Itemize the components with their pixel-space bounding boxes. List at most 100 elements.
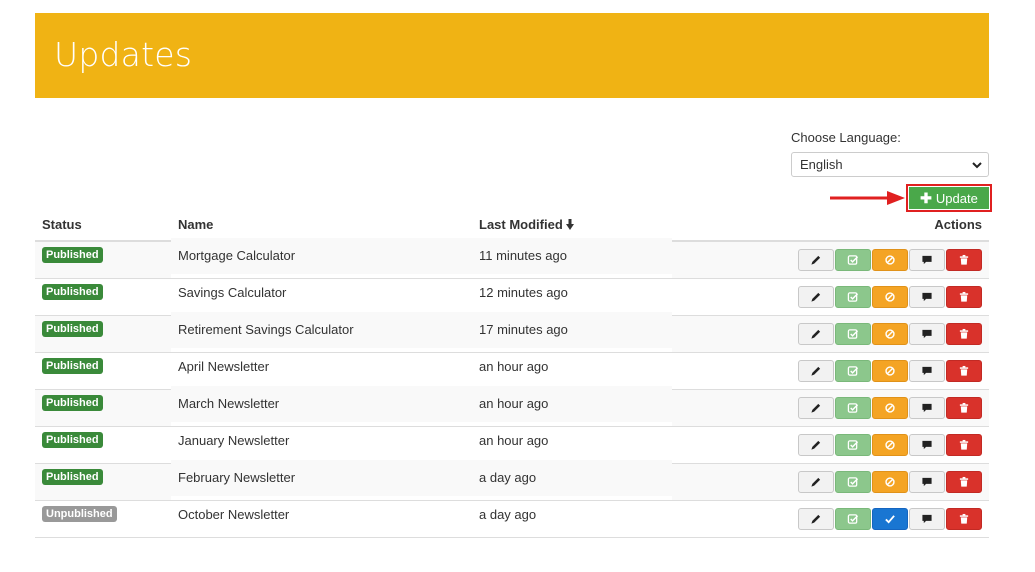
comment-button[interactable]	[909, 396, 945, 419]
delete-button[interactable]	[946, 396, 982, 419]
edit-button[interactable]	[798, 248, 834, 271]
unpublish-button[interactable]	[872, 248, 908, 271]
check-square-icon	[847, 476, 859, 487]
check-button[interactable]	[835, 396, 871, 419]
actions-cell	[672, 500, 989, 538]
check-square-icon	[847, 254, 859, 265]
plus-icon: ✚	[920, 190, 932, 206]
column-header-actions: Actions	[672, 209, 989, 242]
edit-button[interactable]	[798, 507, 834, 530]
comment-button[interactable]	[909, 359, 945, 382]
delete-button[interactable]	[946, 359, 982, 382]
comment-button[interactable]	[909, 285, 945, 308]
name-cell[interactable]: Retirement Savings Calculator	[171, 311, 472, 349]
comment-button[interactable]	[909, 507, 945, 530]
language-select[interactable]: English	[791, 152, 989, 177]
comment-button[interactable]	[909, 433, 945, 456]
publish-button[interactable]	[872, 507, 908, 530]
comment-icon	[922, 255, 932, 264]
check-square-icon	[847, 513, 859, 524]
check-button[interactable]	[835, 248, 871, 271]
delete-button[interactable]	[946, 285, 982, 308]
language-label: Choose Language:	[791, 130, 901, 145]
status-cell: Published	[35, 426, 171, 464]
table-row: Published January Newsletter an hour ago	[35, 422, 989, 464]
check-button[interactable]	[835, 359, 871, 382]
page-header-banner: Updates	[35, 13, 989, 98]
add-update-button[interactable]: ✚ Update	[909, 187, 989, 209]
ban-icon	[885, 291, 895, 302]
ban-icon	[885, 476, 895, 487]
annotation-arrow-icon	[830, 191, 905, 205]
unpublish-button[interactable]	[872, 396, 908, 419]
comment-button[interactable]	[909, 470, 945, 493]
trash-icon	[959, 328, 969, 339]
edit-button[interactable]	[798, 433, 834, 456]
delete-button[interactable]	[946, 433, 982, 456]
language-selected-value: English	[800, 157, 843, 172]
edit-button[interactable]	[798, 396, 834, 419]
name-cell[interactable]: Savings Calculator	[171, 274, 472, 312]
comment-icon	[922, 292, 932, 301]
page-title: Updates	[54, 35, 193, 74]
check-button[interactable]	[835, 322, 871, 345]
comment-icon	[922, 329, 932, 338]
unpublish-button[interactable]	[872, 359, 908, 382]
edit-button[interactable]	[798, 359, 834, 382]
pencil-icon	[811, 514, 821, 524]
comment-button[interactable]	[909, 322, 945, 345]
status-cell: Published	[35, 315, 171, 353]
trash-icon	[959, 291, 969, 302]
check-button[interactable]	[835, 433, 871, 456]
status-badge: Published	[42, 395, 103, 411]
delete-button[interactable]	[946, 248, 982, 271]
status-badge: Published	[42, 358, 103, 374]
edit-button[interactable]	[798, 470, 834, 493]
last-modified-cell: an hour ago	[472, 385, 672, 423]
trash-icon	[959, 365, 969, 376]
comment-icon	[922, 440, 932, 449]
trash-icon	[959, 513, 969, 524]
status-badge: Published	[42, 321, 103, 337]
pencil-icon	[811, 329, 821, 339]
status-badge: Unpublished	[42, 506, 117, 522]
name-cell[interactable]: Mortgage Calculator	[171, 237, 472, 275]
table-row: Published March Newsletter an hour ago	[35, 385, 989, 427]
actions-cell	[672, 389, 989, 427]
name-cell[interactable]: January Newsletter	[171, 422, 472, 460]
update-button-highlight: ✚ Update	[906, 184, 992, 212]
pencil-icon	[811, 477, 821, 487]
check-button[interactable]	[835, 507, 871, 530]
check-button[interactable]	[835, 470, 871, 493]
updates-table: Status Name Last Modified Actions Publis…	[35, 209, 989, 538]
status-cell: Published	[35, 389, 171, 427]
check-square-icon	[847, 328, 859, 339]
delete-button[interactable]	[946, 470, 982, 493]
edit-button[interactable]	[798, 322, 834, 345]
check-button[interactable]	[835, 285, 871, 308]
pencil-icon	[811, 403, 821, 413]
unpublish-button[interactable]	[872, 322, 908, 345]
name-cell[interactable]: March Newsletter	[171, 385, 472, 423]
last-modified-cell: a day ago	[472, 459, 672, 497]
table-row: Published Retirement Savings Calculator …	[35, 311, 989, 353]
name-cell[interactable]: April Newsletter	[171, 348, 472, 386]
name-cell[interactable]: October Newsletter	[171, 496, 472, 534]
unpublish-button[interactable]	[872, 285, 908, 308]
table-row: Unpublished October Newsletter a day ago	[35, 496, 989, 538]
actions-cell	[672, 315, 989, 353]
unpublish-button[interactable]	[872, 433, 908, 456]
comment-icon	[922, 366, 932, 375]
comment-button[interactable]	[909, 248, 945, 271]
actions-cell	[672, 241, 989, 279]
status-badge: Published	[42, 284, 103, 300]
name-cell[interactable]: February Newsletter	[171, 459, 472, 497]
delete-button[interactable]	[946, 322, 982, 345]
unpublish-button[interactable]	[872, 470, 908, 493]
ban-icon	[885, 365, 895, 376]
column-header-status[interactable]: Status	[35, 209, 171, 242]
delete-button[interactable]	[946, 507, 982, 530]
edit-button[interactable]	[798, 285, 834, 308]
actions-cell	[672, 426, 989, 464]
status-cell: Published	[35, 352, 171, 390]
